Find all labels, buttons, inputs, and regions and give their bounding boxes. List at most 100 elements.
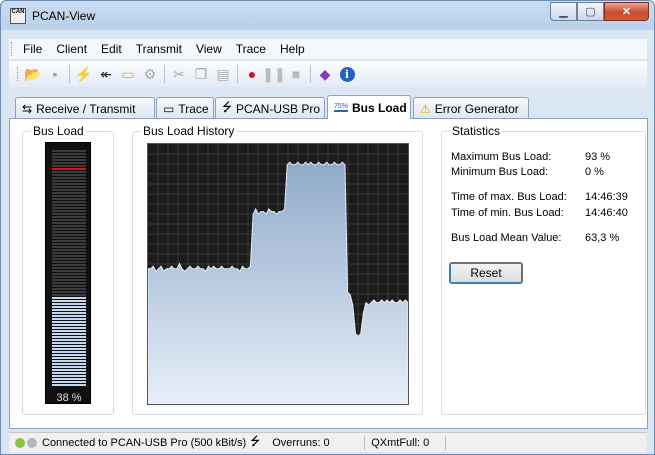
meter-segment: [52, 264, 86, 266]
tab-pcan-usb-pro[interactable]: ⭍ PCAN-USB Pro: [215, 97, 325, 119]
window-title: PCAN-View: [32, 9, 96, 23]
stat-min-value: 0 %: [585, 166, 604, 178]
trace-folder-icon[interactable]: ▭: [117, 64, 139, 84]
meter-segment: [52, 165, 86, 167]
menu-bar: File Client Edit Transmit View Trace Hel…: [9, 39, 647, 59]
meter-segment: [52, 318, 86, 320]
meter-segment: [52, 342, 86, 344]
stat-min-time-value: 14:46:40: [585, 207, 628, 219]
meter-segment: [52, 330, 86, 332]
reset-button[interactable]: Reset: [449, 262, 523, 284]
paste-icon[interactable]: ▤: [212, 64, 234, 84]
tab-receive-transmit[interactable]: ⇆ Receive / Transmit: [15, 97, 155, 119]
activity-led-icon: [27, 437, 37, 448]
menu-trace[interactable]: Trace: [229, 42, 273, 56]
meter-segment: [52, 300, 86, 302]
meter-segment: [52, 303, 86, 305]
stat-max-value: 93 %: [585, 151, 611, 163]
save-icon[interactable]: ▪: [44, 64, 66, 84]
connection-led-icon: [15, 437, 25, 448]
meter-segment: [52, 180, 86, 182]
menu-view[interactable]: View: [189, 42, 229, 56]
meter-segment: [52, 270, 86, 272]
menu-grip[interactable]: [11, 42, 14, 56]
meter-segment: [52, 366, 86, 368]
menu-file[interactable]: File: [16, 42, 49, 56]
meter-segment: [52, 279, 86, 281]
meter-segment: [52, 258, 86, 260]
meter-segment: [52, 246, 86, 248]
warning-icon: ⚠: [420, 101, 431, 116]
window-controls: ▁ ▢ ✕: [550, 2, 649, 22]
menu-transmit[interactable]: Transmit: [129, 42, 189, 56]
menu-help[interactable]: Help: [273, 42, 312, 56]
meter-segment: [52, 372, 86, 374]
meter-segment: [52, 198, 86, 200]
meter-segment: [52, 309, 86, 311]
minimize-button[interactable]: ▁: [550, 2, 577, 21]
maximize-icon: ▢: [585, 6, 596, 18]
toolbar-separator: [164, 65, 165, 83]
meter-segment: [52, 294, 86, 296]
cut-icon[interactable]: ✂: [168, 64, 190, 84]
close-button[interactable]: ✕: [604, 2, 649, 21]
record-icon[interactable]: ●: [241, 64, 263, 84]
title-bar[interactable]: CAN PCAN-View ▁ ▢ ✕: [1, 1, 654, 31]
copy-icon[interactable]: ❐: [190, 64, 212, 84]
toolbar-separator: [237, 65, 238, 83]
meter-segment: [52, 186, 86, 188]
menu-client[interactable]: Client: [49, 42, 94, 56]
menu-edit[interactable]: Edit: [94, 42, 129, 56]
tab-trace[interactable]: ▭ Trace: [156, 97, 214, 119]
connect-lightning-icon[interactable]: ⚡: [73, 64, 95, 84]
info-icon[interactable]: i: [336, 64, 358, 84]
open-folder-icon[interactable]: 📂: [22, 64, 44, 84]
meter-segment: [52, 273, 86, 275]
app-icon: CAN: [10, 8, 26, 24]
app-window: CAN PCAN-View ▁ ▢ ✕ File Client Edit Tra…: [0, 0, 655, 455]
maximize-button[interactable]: ▢: [577, 2, 604, 21]
usb-status-icon: ⭍: [250, 434, 261, 448]
meter-segment: [52, 216, 86, 218]
stat-min-label: Minimum Bus Load:: [451, 166, 549, 178]
help-book-icon[interactable]: ◆: [314, 64, 336, 84]
stat-max-time-label: Time of max. Bus Load:: [451, 191, 567, 203]
meter-segment: [52, 282, 86, 284]
meter-segment: [52, 363, 86, 365]
meter-segment: [52, 222, 86, 224]
bus-load-group-label: Bus Load: [31, 124, 86, 138]
stop-icon[interactable]: ■: [285, 64, 307, 84]
meter-segment: [52, 162, 86, 164]
stat-mean-label: Bus Load Mean Value:: [451, 232, 562, 244]
meter-segment: [52, 150, 86, 152]
tab-error-generator[interactable]: ⚠ Error Generator: [413, 97, 529, 119]
meter-segment: [52, 333, 86, 335]
toolbar-separator: [69, 65, 70, 83]
toolbar-grip[interactable]: [17, 67, 20, 81]
meter-segment: [52, 276, 86, 278]
meter-segment: [52, 252, 86, 254]
tab-label: Error Generator: [434, 101, 519, 116]
meter-segment: [52, 324, 86, 326]
meter-segment: [52, 360, 86, 362]
toolbar-separator: [310, 65, 311, 83]
meter-segment: [52, 315, 86, 317]
tab-bus-load[interactable]: 75% Bus Load: [327, 95, 411, 119]
meter-segment: [52, 306, 86, 308]
disconnect-icon[interactable]: ↞: [95, 64, 117, 84]
tab-strip: ⇆ Receive / Transmit ▭ Trace ⭍ PCAN-USB …: [9, 95, 647, 119]
pause-icon[interactable]: ❚❚: [262, 64, 285, 84]
meter-segment: [52, 213, 86, 215]
meter-segment: [52, 249, 86, 251]
meter-segment: [52, 228, 86, 230]
settings-icon[interactable]: ⚙: [139, 64, 161, 84]
meter-segment: [52, 378, 86, 380]
meter-segment: [52, 234, 86, 236]
tab-label: Receive / Transmit: [36, 101, 136, 116]
bus-load-history-chart: [147, 143, 409, 405]
bus-load-percent: 38 %: [56, 392, 82, 404]
meter-segment: [52, 159, 86, 161]
connection-text: Connected to PCAN-USB Pro (500 kBit/s): [42, 436, 247, 449]
meter-segment: [52, 285, 86, 287]
meter-segment: [52, 192, 86, 194]
